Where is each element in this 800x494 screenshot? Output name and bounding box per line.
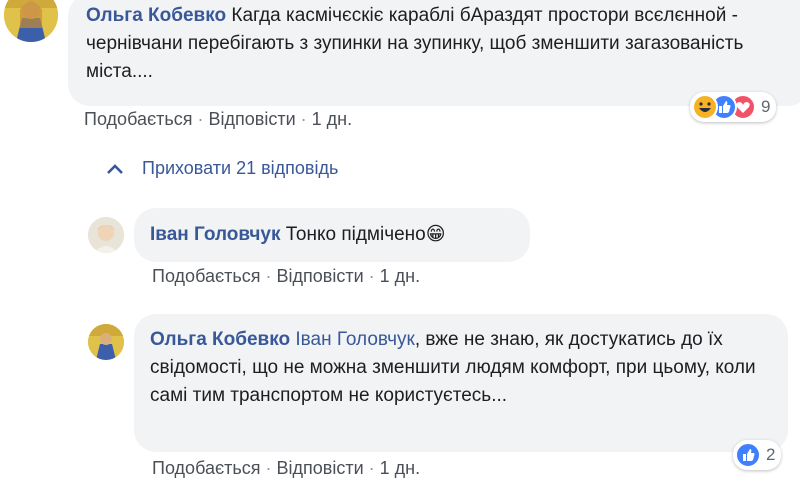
separator: · bbox=[368, 458, 375, 478]
reply-link[interactable]: Відповісти bbox=[209, 109, 296, 129]
separator: · bbox=[197, 109, 204, 129]
like-link[interactable]: Подобається bbox=[152, 266, 261, 286]
reactions-count: 2 bbox=[766, 445, 776, 464]
like-link[interactable]: Подобається bbox=[84, 109, 193, 129]
reply-link[interactable]: Відповісти bbox=[277, 266, 364, 286]
comment-bubble: Ольга Кобевко Кагда касмічєскіє караблі … bbox=[68, 0, 800, 106]
reply-actions: Подобається · Відповісти · 1 дн. bbox=[152, 266, 420, 287]
comment-author[interactable]: Ольга Кобевко bbox=[86, 5, 226, 26]
hide-replies-label: Приховати 21 відповідь bbox=[142, 158, 339, 178]
reply-link[interactable]: Відповісти bbox=[277, 458, 364, 478]
separator: · bbox=[265, 458, 272, 478]
comment-actions: Подобається · Відповісти · 1 дн. bbox=[84, 109, 352, 130]
hide-replies-toggle[interactable]: Приховати 21 відповідь bbox=[106, 158, 338, 180]
reactions-summary[interactable]: 9 bbox=[690, 92, 777, 122]
reply-author[interactable]: Ольга Кобевко bbox=[150, 329, 290, 350]
reactions-summary[interactable]: 2 bbox=[733, 440, 782, 470]
grinning-emoji: 😁 bbox=[425, 224, 446, 245]
reply-text: Тонко підмічено bbox=[285, 224, 426, 245]
separator: · bbox=[300, 109, 307, 129]
reply-bubble: Ольга Кобевко Іван Головчук, вже не знаю… bbox=[134, 314, 788, 452]
reply-bubble: Іван Головчук Тонко підмічено😁 bbox=[134, 208, 530, 262]
avatar[interactable] bbox=[88, 217, 124, 253]
reactions-count: 9 bbox=[761, 97, 771, 116]
avatar[interactable] bbox=[4, 0, 58, 42]
timestamp[interactable]: 1 дн. bbox=[312, 109, 352, 129]
reply-actions: Подобається · Відповісти · 1 дн. bbox=[152, 458, 420, 479]
haha-icon bbox=[692, 94, 718, 120]
separator: · bbox=[368, 266, 375, 286]
mention-link[interactable]: Іван Головчук bbox=[295, 329, 414, 350]
chevron-up-icon bbox=[106, 159, 124, 180]
reply-author[interactable]: Іван Головчук bbox=[150, 224, 280, 245]
like-link[interactable]: Подобається bbox=[152, 458, 261, 478]
like-icon bbox=[735, 442, 761, 468]
timestamp[interactable]: 1 дн. bbox=[380, 458, 420, 478]
avatar[interactable] bbox=[88, 324, 124, 360]
separator: · bbox=[265, 266, 272, 286]
timestamp[interactable]: 1 дн. bbox=[380, 266, 420, 286]
